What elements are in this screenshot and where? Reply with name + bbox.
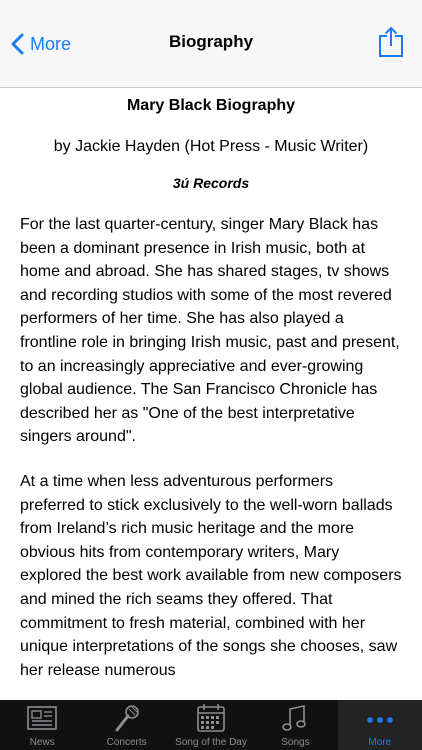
share-icon[interactable]	[378, 26, 404, 58]
tab-more[interactable]: More	[337, 700, 422, 750]
microphone-icon	[115, 705, 139, 732]
biography-heading: Mary Black Biography	[126, 97, 296, 114]
calendar-icon	[197, 704, 225, 732]
tab-news[interactable]: News	[0, 700, 84, 750]
tab-label: Songs	[281, 737, 310, 748]
biography-screen: More Biography Mary Black Biography by J…	[0, 0, 422, 750]
page-title: Biography	[168, 32, 254, 51]
tab-label: Song of the Day	[175, 737, 247, 748]
tab-bar: News Concerts Song of the Day Songs More	[0, 700, 422, 750]
biography-content[interactable]: Mary Black Biography by Jackie Hayden (H…	[0, 89, 422, 700]
navigation-bar: More Biography	[0, 0, 422, 88]
more-dots-icon	[367, 717, 393, 723]
tab-song-of-the-day[interactable]: Song of the Day	[169, 700, 253, 750]
tab-concerts[interactable]: Concerts	[84, 700, 168, 750]
record-label: 3ú Records	[172, 175, 250, 191]
newspaper-icon	[27, 706, 58, 730]
music-note-icon	[282, 705, 307, 731]
biography-paragraph: For the last quarter-century, singer Mar…	[20, 216, 400, 446]
biography-paragraph: At a time when less adventurous performe…	[20, 472, 402, 679]
biography-author: by Jackie Hayden (Hot Press - Music Writ…	[53, 138, 369, 155]
tab-label: More	[368, 737, 392, 748]
tab-label: News	[29, 737, 55, 748]
tab-label: Concerts	[106, 737, 147, 748]
tab-songs[interactable]: Songs	[253, 700, 337, 750]
